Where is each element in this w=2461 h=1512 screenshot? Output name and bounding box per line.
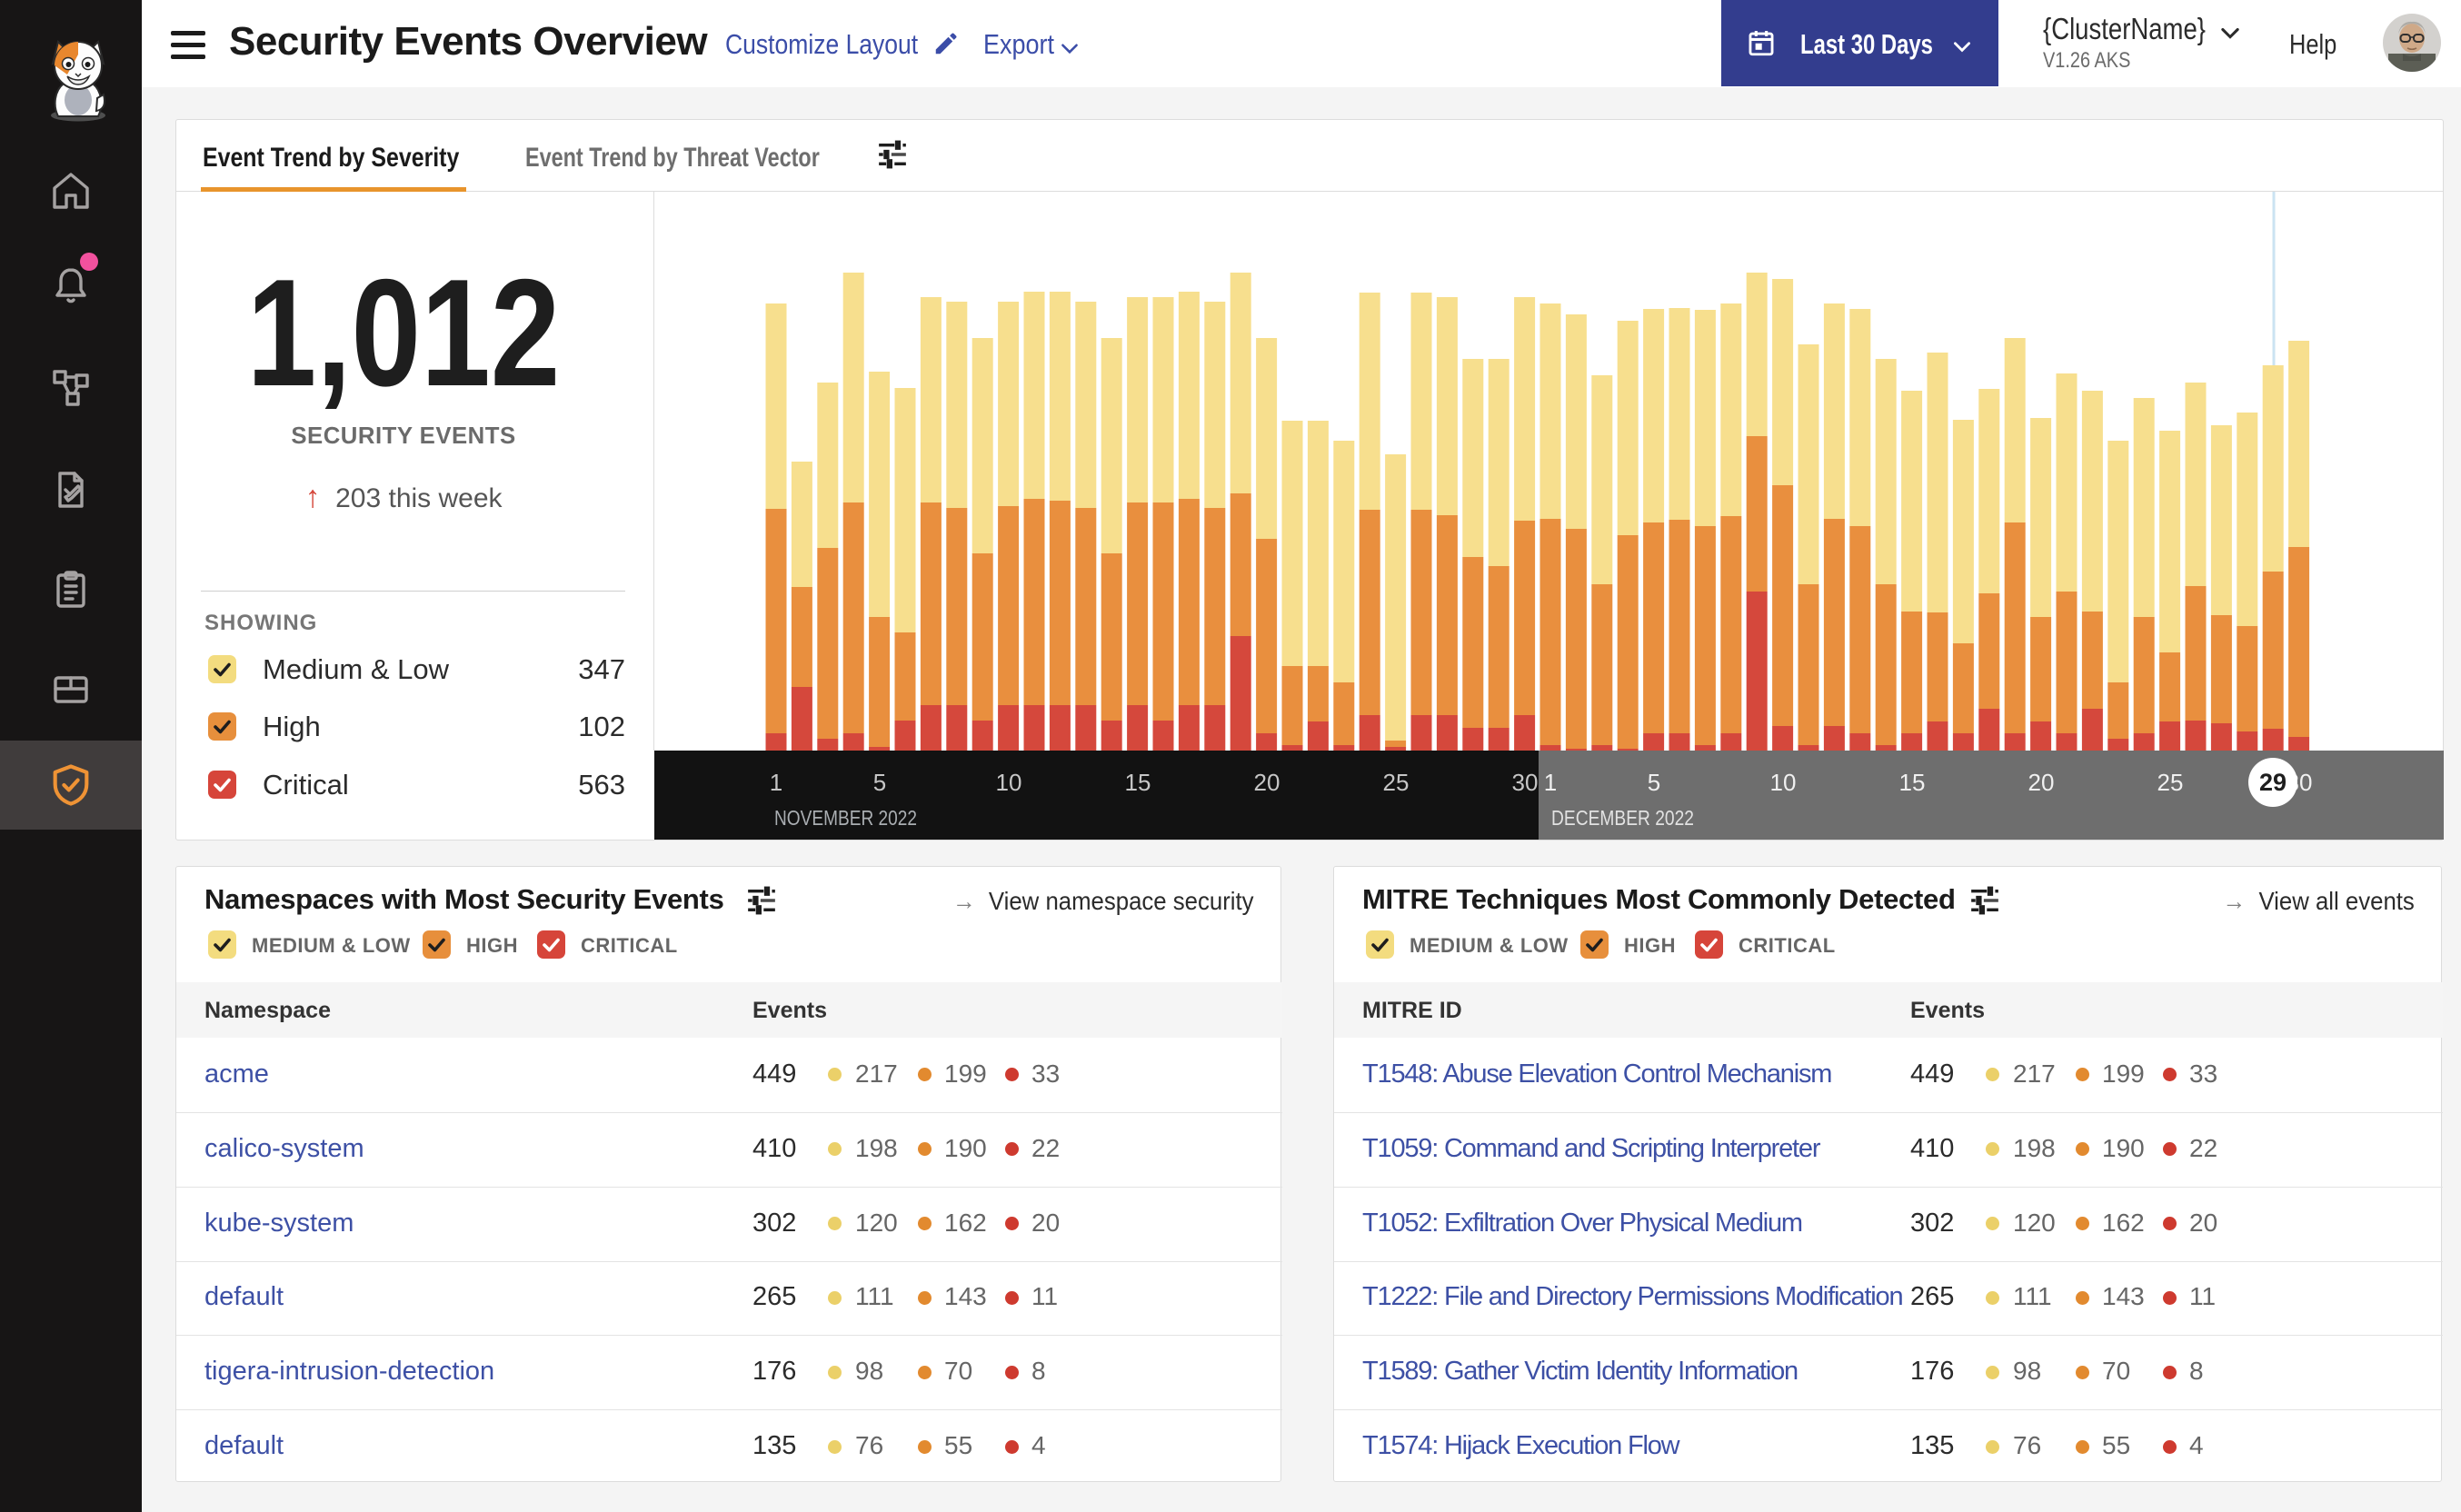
svg-text:5: 5 bbox=[1648, 769, 1660, 796]
svg-text:20: 20 bbox=[2028, 769, 2055, 796]
svg-text:DECEMBER 2022: DECEMBER 2022 bbox=[1551, 806, 1694, 830]
svg-text:1: 1 bbox=[770, 769, 782, 796]
svg-text:25: 25 bbox=[2157, 769, 2184, 796]
svg-text:20: 20 bbox=[1254, 769, 1280, 796]
svg-text:15: 15 bbox=[1125, 769, 1151, 796]
svg-text:29: 29 bbox=[2259, 769, 2287, 796]
svg-text:10: 10 bbox=[996, 769, 1022, 796]
svg-text:10: 10 bbox=[1770, 769, 1797, 796]
svg-text:NOVEMBER 2022: NOVEMBER 2022 bbox=[774, 806, 917, 830]
svg-text:25: 25 bbox=[1383, 769, 1410, 796]
svg-text:15: 15 bbox=[1899, 769, 1926, 796]
svg-text:1: 1 bbox=[1544, 769, 1557, 796]
svg-text:5: 5 bbox=[873, 769, 886, 796]
svg-text:30: 30 bbox=[1512, 769, 1539, 796]
